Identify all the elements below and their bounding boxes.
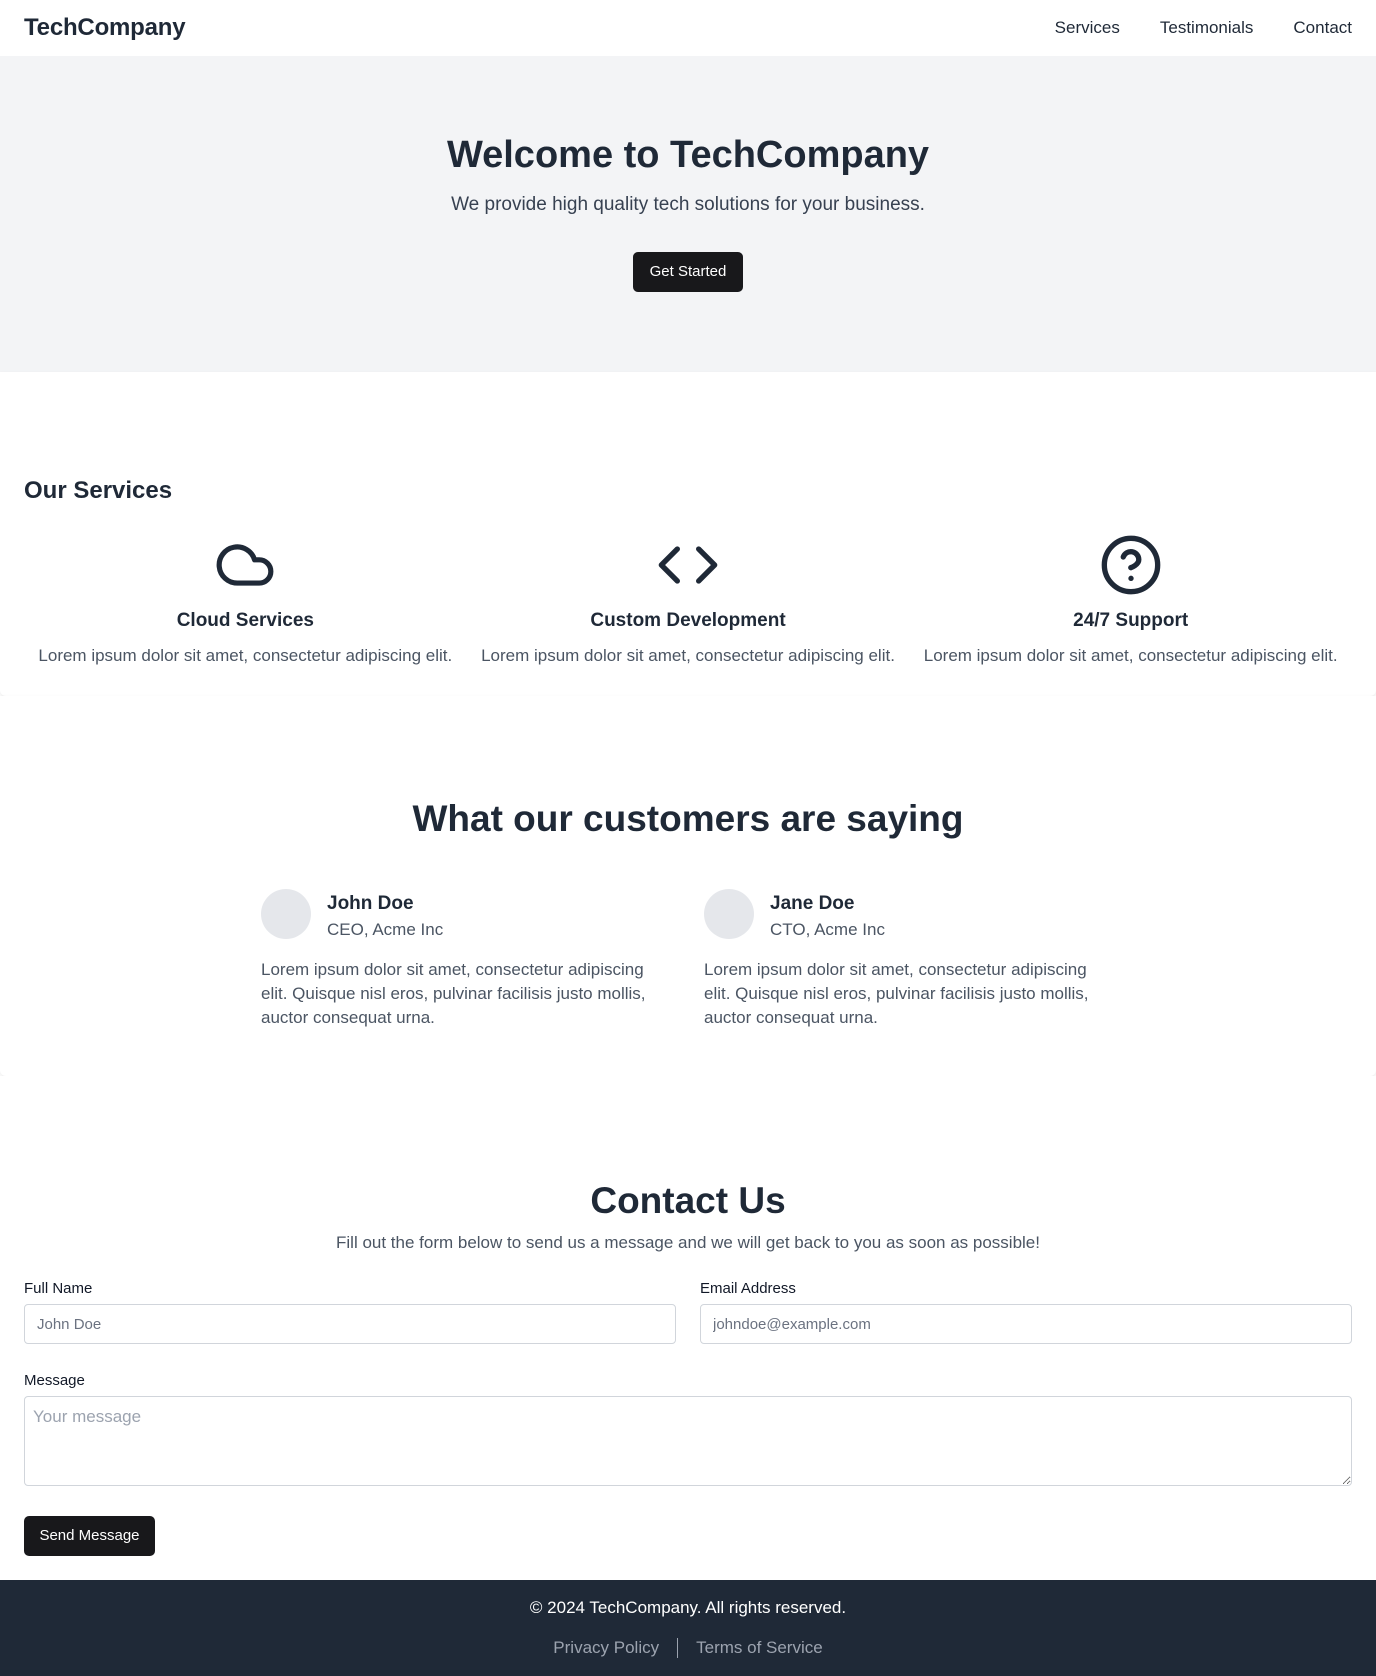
nav-links: Services Testimonials Contact bbox=[1055, 18, 1352, 38]
service-title: 24/7 Support bbox=[1073, 610, 1189, 631]
help-circle-icon bbox=[909, 532, 1352, 598]
contact-section: Contact Us Fill out the form below to se… bbox=[0, 1076, 1376, 1580]
testimonial-quote: Lorem ipsum dolor sit amet, consectetur … bbox=[704, 960, 1089, 1027]
services-heading: Our Services bbox=[24, 477, 173, 504]
service-description: Lorem ipsum dolor sit amet, consectetur … bbox=[923, 646, 1338, 665]
terms-of-service-link[interactable]: Terms of Service bbox=[696, 1638, 823, 1658]
nav-link-services[interactable]: Services bbox=[1055, 18, 1120, 38]
copyright-text: © 2024 TechCompany. All rights reserved. bbox=[529, 1598, 847, 1617]
nav-link-testimonials[interactable]: Testimonials bbox=[1160, 18, 1254, 38]
footer-links: Privacy Policy Terms of Service bbox=[0, 1638, 1376, 1658]
service-title: Cloud Services bbox=[176, 610, 314, 631]
service-card-cloud: Cloud Services Lorem ipsum dolor sit ame… bbox=[24, 532, 467, 666]
full-name-label: Full Name bbox=[24, 1280, 93, 1297]
hero-subtitle: We provide high quality tech solutions f… bbox=[451, 194, 925, 215]
top-nav: TechCompany Services Testimonials Contac… bbox=[0, 0, 1376, 56]
full-name-input[interactable] bbox=[24, 1304, 676, 1344]
testimonials-heading: What our customers are saying bbox=[412, 798, 964, 839]
hero-title: Welcome to TechCompany bbox=[446, 134, 930, 176]
testimonial-name: John Doe bbox=[327, 893, 414, 914]
send-message-button[interactable]: Send Message bbox=[24, 1516, 155, 1556]
privacy-policy-link[interactable]: Privacy Policy bbox=[553, 1638, 659, 1658]
testimonial-role: CEO, Acme Inc bbox=[327, 920, 444, 939]
code-icon bbox=[467, 532, 910, 598]
email-label: Email Address bbox=[700, 1280, 796, 1297]
avatar bbox=[704, 889, 754, 939]
testimonials-section: What our customers are saying John Doe C… bbox=[0, 696, 1376, 1076]
service-description: Lorem ipsum dolor sit amet, consectetur … bbox=[38, 646, 453, 665]
email-input[interactable] bbox=[700, 1304, 1352, 1344]
footer: © 2024 TechCompany. All rights reserved.… bbox=[0, 1580, 1376, 1676]
avatar bbox=[261, 889, 311, 939]
nav-link-contact[interactable]: Contact bbox=[1293, 18, 1352, 38]
cloud-icon bbox=[24, 532, 467, 598]
service-card-support: 24/7 Support Lorem ipsum dolor sit amet,… bbox=[909, 532, 1352, 666]
service-title: Custom Development bbox=[590, 610, 786, 631]
testimonial-quote: Lorem ipsum dolor sit amet, consectetur … bbox=[261, 960, 646, 1027]
brand-logo[interactable]: TechCompany bbox=[24, 14, 186, 42]
services-section: Our Services Cloud Services Lorem ipsum … bbox=[0, 372, 1376, 696]
message-textarea[interactable] bbox=[24, 1396, 1352, 1486]
service-description: Lorem ipsum dolor sit amet, consectetur … bbox=[481, 646, 895, 665]
contact-heading: Contact Us bbox=[590, 1180, 786, 1221]
contact-subtitle: Fill out the form below to send us a mes… bbox=[336, 1233, 1040, 1252]
message-label: Message bbox=[24, 1372, 85, 1389]
footer-divider bbox=[677, 1638, 679, 1658]
testimonial-role: CTO, Acme Inc bbox=[770, 920, 885, 939]
get-started-button[interactable]: Get Started bbox=[633, 252, 743, 292]
service-card-development: Custom Development Lorem ipsum dolor sit… bbox=[467, 532, 910, 666]
services-grid: Cloud Services Lorem ipsum dolor sit ame… bbox=[24, 532, 1352, 666]
testimonial-name: Jane Doe bbox=[770, 893, 855, 914]
hero-section: Welcome to TechCompany We provide high q… bbox=[0, 56, 1376, 372]
